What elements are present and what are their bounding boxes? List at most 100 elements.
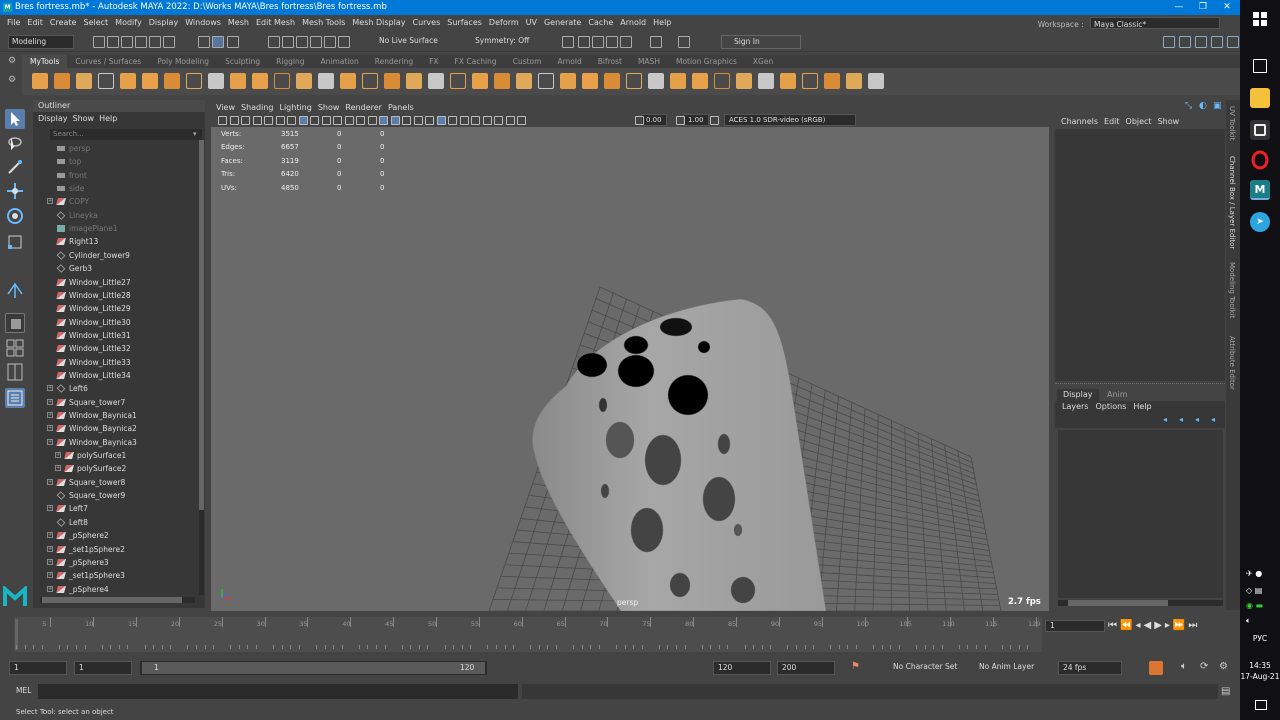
grid-uv-icon[interactable] (648, 73, 664, 89)
hypershade-toolbar-icon[interactable] (620, 36, 632, 48)
outliner-item[interactable]: Window_Little33 (33, 356, 198, 369)
exposure-icon[interactable] (635, 116, 644, 125)
grid-icon[interactable] (287, 116, 296, 125)
snap-surface-icon[interactable] (324, 36, 336, 48)
menu-arnold[interactable]: Arnold (620, 18, 646, 27)
colorspace-dropdown[interactable]: ACES 1.0 SDR-video (sRGB) (724, 114, 856, 126)
xray-joints-icon[interactable] (505, 116, 515, 125)
menu-uv[interactable]: UV (526, 18, 537, 27)
maya-taskbar-icon[interactable]: M (1250, 180, 1270, 200)
viewport-menu-renderer[interactable]: Renderer (345, 103, 382, 112)
outliner-item[interactable]: + Window_Baynica3 (33, 436, 198, 449)
menu-file[interactable]: File (7, 18, 20, 27)
render-settings-icon[interactable] (606, 36, 618, 48)
viewport-menu-shading[interactable]: Shading (241, 103, 274, 112)
expand-plus-icon[interactable]: + (47, 412, 53, 418)
expand-plus-icon[interactable]: + (47, 438, 53, 445)
shelf-tab-arnold[interactable]: Arnold (549, 55, 589, 68)
layer-list[interactable] (1058, 430, 1223, 598)
freeze-icon[interactable] (714, 73, 730, 89)
expand-plus-icon[interactable]: + (47, 398, 53, 405)
store-icon[interactable] (1250, 120, 1270, 140)
modeling-toolkit-tab[interactable]: Modeling Toolkit (1228, 262, 1236, 318)
shelf-tab-curves-surfaces[interactable]: Curves / Surfaces (67, 55, 149, 68)
multicut-icon[interactable] (428, 73, 444, 89)
shelf-tab-rendering[interactable]: Rendering (367, 55, 421, 68)
shelf-tab-fx-caching[interactable]: FX Caching (447, 55, 505, 68)
tray-status-icon[interactable]: ◉ ▬ (1246, 601, 1263, 610)
render-frame-icon[interactable] (578, 36, 590, 48)
menuset-dropdown[interactable]: Modeling (8, 35, 74, 49)
sphere-icon[interactable] (120, 73, 136, 89)
channelbox-menu-channels[interactable]: Channels (1061, 117, 1098, 126)
outliner-item[interactable]: + Square_tower8 (33, 476, 198, 489)
close-button[interactable]: ✕ (1215, 0, 1239, 15)
attribute-editor-tab[interactable]: Attribute Editor (1228, 336, 1236, 390)
auto-key-icon[interactable]: ⚑ (851, 661, 860, 672)
channelbox-lock-icon[interactable]: ▣ (1213, 101, 1222, 111)
playback-start-field[interactable]: 1 (74, 661, 132, 675)
channelbox-pin-icon[interactable]: ⤡ (1185, 101, 1192, 111)
plane-icon[interactable] (142, 73, 158, 89)
merge-icon[interactable] (450, 73, 466, 89)
sound-icon[interactable]: 🔈︎ (1181, 661, 1187, 672)
shelf-tab-xgen[interactable]: XGen (745, 55, 781, 68)
split-icon[interactable] (296, 73, 312, 89)
sign-in-button[interactable]: Sign In (721, 35, 801, 49)
cylinder-uv-icon[interactable] (670, 73, 686, 89)
expand-plus-icon[interactable]: + (47, 385, 53, 392)
channelbox-menu-edit[interactable]: Edit (1104, 117, 1120, 126)
task-view-icon[interactable] (1253, 59, 1267, 73)
arrows-icon[interactable] (164, 73, 180, 89)
combine-icon[interactable] (208, 73, 224, 89)
aa-icon[interactable] (459, 116, 469, 125)
outliner-item[interactable]: Window_Little28 (33, 289, 198, 302)
menu-surfaces[interactable]: Surfaces (447, 18, 482, 27)
menu-generate[interactable]: Generate (544, 18, 581, 27)
outliner-item[interactable]: Left8 (33, 516, 198, 529)
tray-icons[interactable]: ✈︎ ● (1246, 569, 1262, 578)
scale-icon[interactable] (186, 73, 202, 89)
bookmark-icon[interactable] (241, 116, 250, 125)
image-plane-icon[interactable] (252, 116, 262, 125)
hypershade-icon[interactable] (824, 73, 840, 89)
select-camera-icon[interactable] (218, 116, 227, 125)
loop-icon[interactable]: ⟳ (1200, 661, 1208, 672)
textured-icon[interactable] (402, 116, 411, 125)
smooth-shade-icon[interactable] (379, 116, 388, 125)
cut-uv-icon[interactable] (538, 73, 554, 89)
expand-plus-icon[interactable]: + (47, 532, 53, 539)
loop-playback-icon[interactable] (1149, 661, 1163, 675)
opera-icon[interactable] (1250, 150, 1270, 170)
layer-tab-display[interactable]: Display (1057, 389, 1099, 401)
outliner-item[interactable]: front (33, 169, 198, 182)
outliner-item[interactable]: Cylinder_tower9 (33, 249, 198, 262)
layer-menu-options[interactable]: Options (1095, 402, 1126, 411)
expand-plus-icon[interactable]: + (47, 545, 53, 552)
xray-icon[interactable] (494, 116, 503, 125)
channelbox-toggle-icon[interactable]: ◐ (1199, 101, 1207, 111)
menu-mesh[interactable]: Mesh (228, 18, 249, 27)
outliner-toggle-icon[interactable] (1211, 36, 1223, 48)
menu-edit[interactable]: Edit (27, 18, 43, 27)
outliner-item[interactable]: top (33, 155, 198, 168)
render-icon[interactable] (802, 73, 818, 89)
auto-uv-icon[interactable] (626, 73, 642, 89)
outliner-vscrollbar[interactable] (199, 140, 204, 595)
outliner-item[interactable]: Window_Little34 (33, 369, 198, 382)
exposure-field[interactable]: 0.00 (641, 114, 667, 126)
viewport-menu-view[interactable]: View (216, 103, 235, 112)
single-perspective-layout-icon[interactable] (5, 313, 25, 333)
current-frame-field[interactable]: 1 (1045, 620, 1105, 632)
ipr-render-icon[interactable] (592, 36, 604, 48)
menu-windows[interactable]: Windows (185, 18, 221, 27)
shelf-settings-gear-icon[interactable]: ⚙ (8, 56, 18, 66)
shelf-tab-motion-graphics[interactable]: Motion Graphics (668, 55, 745, 68)
construction-history-icon[interactable] (562, 36, 574, 48)
open-scene-icon[interactable] (107, 36, 119, 48)
range-bar[interactable]: 1 120 (140, 661, 487, 675)
field-chart-icon[interactable] (333, 116, 342, 125)
pause-render-icon[interactable] (678, 36, 690, 48)
cube-icon[interactable] (98, 73, 114, 89)
viewport-menu-lighting[interactable]: Lighting (279, 103, 311, 112)
